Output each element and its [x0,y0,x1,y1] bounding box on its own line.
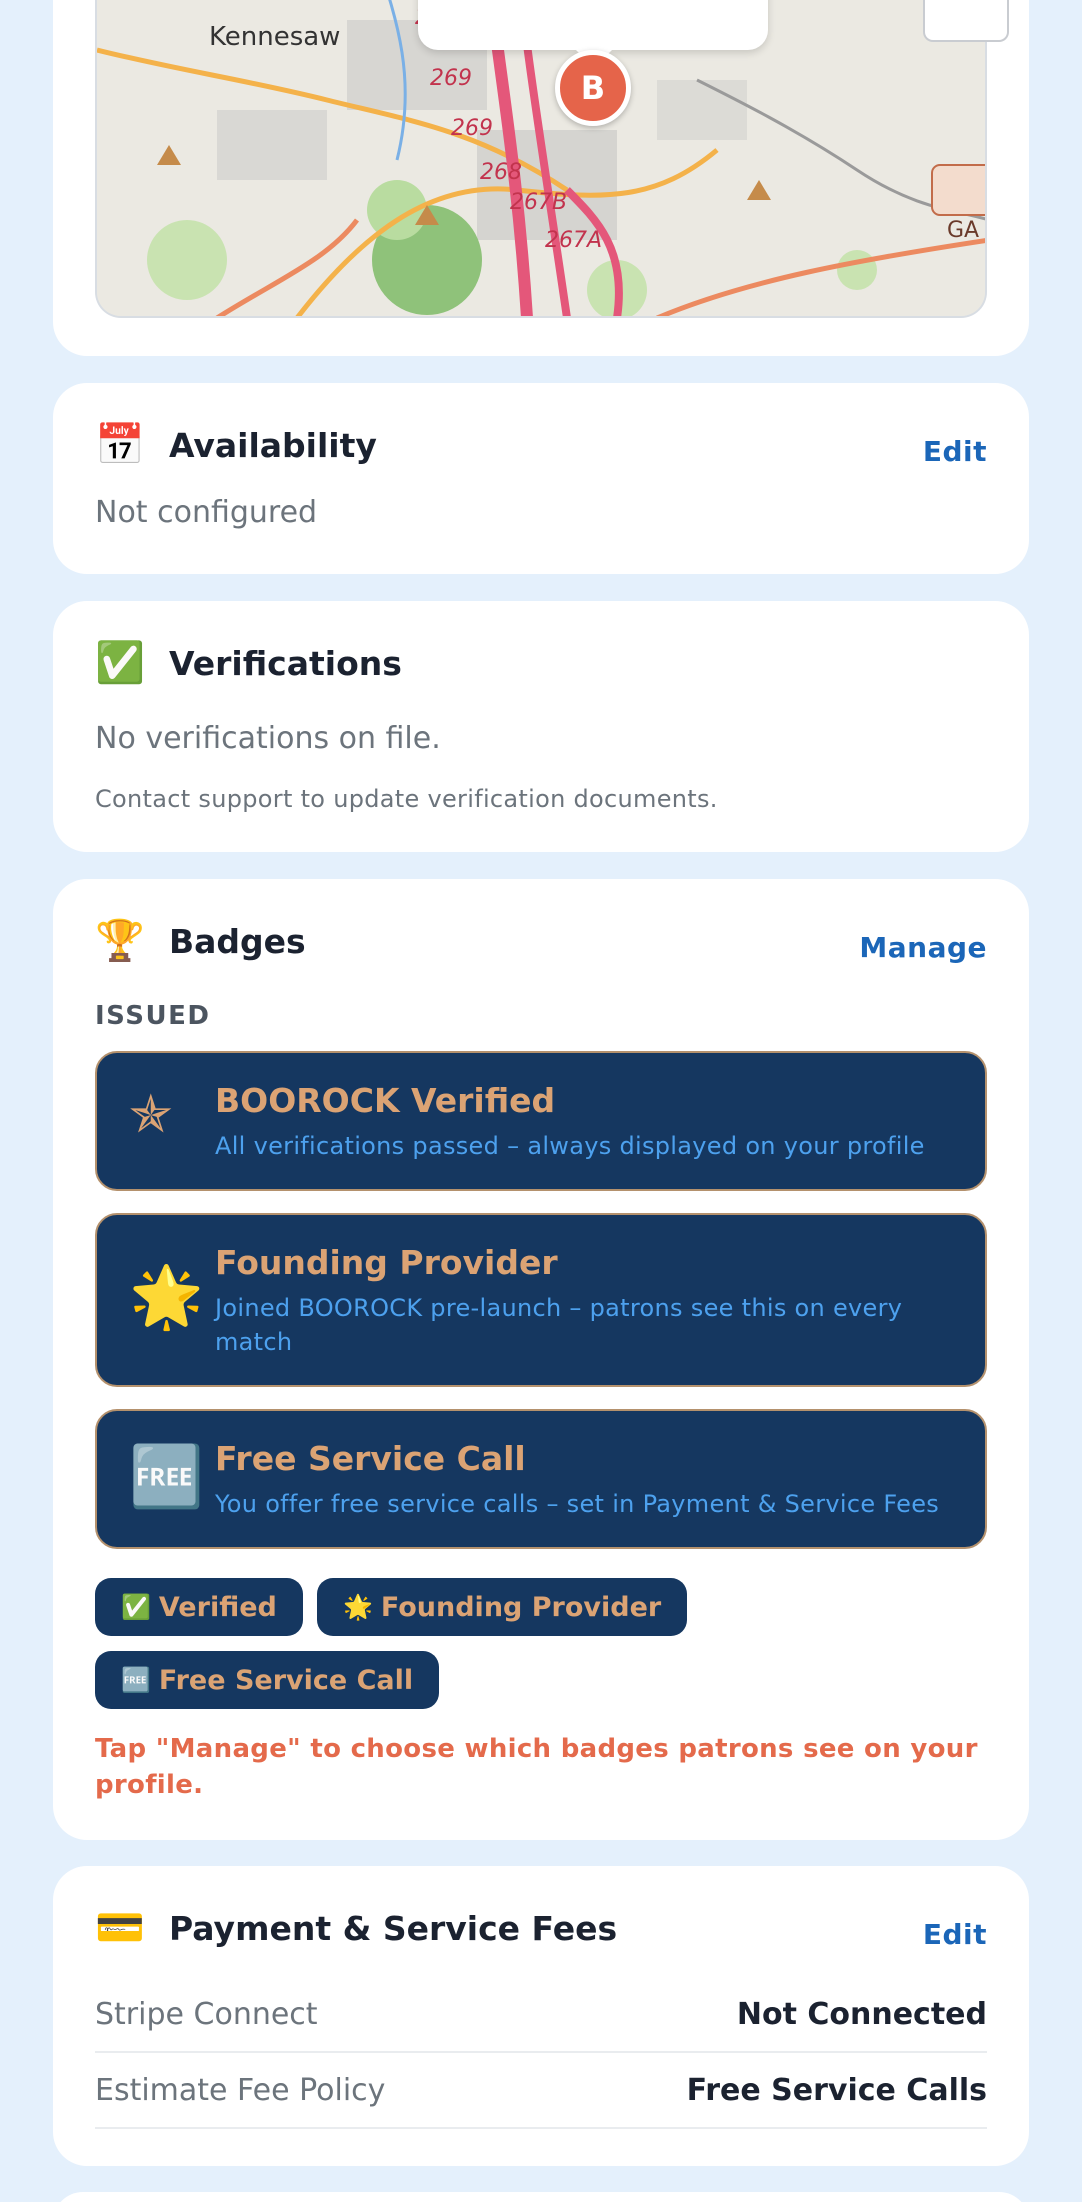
availability-title: Availability [169,425,377,465]
map-exit-label: 269 [430,66,472,91]
badge-card-free-service-call[interactable]: 🆓 Free Service Call You offer free servi… [95,1409,987,1549]
row-label: Stripe Connect [95,1996,318,2032]
badges-card: 🏆 Badges Manage ISSUED ✯ BOOROCK Verifie… [53,879,1029,1840]
verifications-note: Contact support to update verification d… [95,785,718,813]
availability-status: Not configured [95,495,318,530]
map-exit-label: 268 [480,160,522,185]
badge-card-verified[interactable]: ✯ BOOROCK Verified All verifications pas… [95,1051,987,1191]
row-value: Not Connected [736,1996,987,2032]
pill-label: Verified [158,1591,277,1623]
free-icon: 🆓 [121,1666,151,1694]
verifications-card: ✅ Verifications No verifications on file… [53,601,1029,852]
star-icon: 🌟 [343,1593,373,1621]
badges-hint: Tap "Manage" to choose which badges patr… [95,1734,978,1800]
payment-title: Payment & Service Fees [169,1908,618,1948]
badge-pill-founding: 🌟 Founding Provider [317,1578,688,1636]
badges-manage-button[interactable]: Manage [859,931,987,964]
row-label: Estimate Fee Policy [95,2072,386,2108]
badge-description: Joined BOOROCK pre-launch – patrons see … [215,1294,903,1356]
pill-label: Founding Provider [380,1591,662,1623]
badge-pill-verified: ✅ Verified [95,1578,303,1636]
calendar-icon: 📅 [95,422,145,468]
availability-card: 📅 Availability Edit Not configured [53,383,1029,574]
map-callout[interactable] [418,0,768,68]
star-icon: 🌟 [129,1262,204,1332]
badge-description: You offer free service calls – set in Pa… [215,1490,940,1518]
badges-title: Badges [169,921,306,961]
map-exit-label: 267B [510,190,568,215]
check-icon: ✅ [121,1593,151,1621]
pill-label: Free Service Call [158,1664,414,1696]
availability-header: 📅 Availability [95,425,377,465]
badge-name: BOOROCK Verified [215,1081,556,1120]
check-icon: ✅ [95,640,145,686]
map-control-button[interactable] [923,0,1009,42]
map-exit-label: 267A [545,228,603,253]
badges-header: 🏆 Badges [95,921,306,961]
estimate-fee-policy-row: Estimate Fee Policy Free Service Calls [95,2053,987,2129]
verifications-status: No verifications on file. [95,721,441,756]
badge-description: All verifications passed – always displa… [215,1132,925,1160]
verifications-header: ✅ Verifications [95,643,402,683]
map-card: Kennesaw 271 269 269 268 267B 267A GA B [53,0,1029,356]
badge-card-founding[interactable]: 🌟 Founding Provider Joined BOOROCK pre-l… [95,1213,987,1387]
payment-header: 💳 Payment & Service Fees [95,1908,617,1948]
map-city-label: Kennesaw [209,22,341,52]
free-icon: 🆓 [129,1442,204,1512]
badge-name: Free Service Call [215,1439,526,1478]
map-marker[interactable]: B [555,50,631,126]
seal-icon: ✯ [129,1085,173,1145]
badge-name: Founding Provider [215,1243,558,1282]
payment-card: 💳 Payment & Service Fees Edit Stripe Con… [53,1866,1029,2166]
issued-section-label: ISSUED [95,1001,211,1031]
next-card [53,2192,1029,2202]
map-exit-label: 269 [451,116,493,141]
stripe-connect-row: Stripe Connect Not Connected [95,1977,987,2053]
availability-edit-button[interactable]: Edit [923,435,987,468]
trophy-icon: 🏆 [95,918,145,964]
payment-edit-button[interactable]: Edit [923,1918,987,1951]
credit-card-icon: 💳 [95,1905,145,1951]
map-state-shield: GA [947,218,980,243]
badge-pill-free-service-call: 🆓 Free Service Call [95,1651,440,1709]
row-value: Free Service Calls [686,2072,987,2108]
verifications-title: Verifications [169,643,402,683]
